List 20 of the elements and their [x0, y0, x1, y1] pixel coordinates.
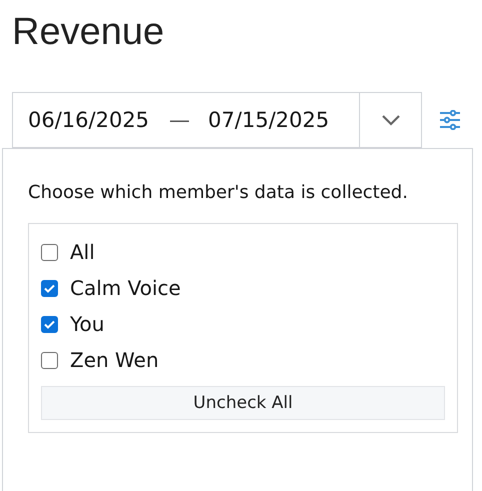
checkbox[interactable] — [41, 316, 58, 332]
checkmark-icon — [44, 284, 55, 292]
page-title: Revenue — [12, 10, 166, 54]
date-separator: — — [169, 108, 190, 132]
uncheck-all-button[interactable]: Uncheck All — [41, 386, 445, 420]
end-date: 07/15/2025 — [208, 108, 330, 132]
checkmark-icon — [44, 320, 55, 328]
checkbox[interactable] — [41, 280, 58, 296]
chevron-down-icon — [380, 114, 400, 126]
member-label[interactable]: You — [70, 312, 104, 336]
checkbox[interactable] — [41, 352, 58, 368]
checkbox[interactable] — [41, 244, 58, 260]
date-range-picker[interactable]: 06/16/2025 — 07/15/2025 — [12, 92, 422, 148]
member-label[interactable]: All — [70, 240, 95, 264]
member-label[interactable]: Calm Voice — [70, 276, 181, 300]
popup-description: Choose which member's data is collected. — [28, 181, 409, 205]
start-date: 06/16/2025 — [28, 108, 150, 132]
member-label[interactable]: Zen Wen — [70, 348, 159, 372]
sliders-icon — [439, 110, 461, 130]
filter-button[interactable] — [439, 110, 461, 130]
